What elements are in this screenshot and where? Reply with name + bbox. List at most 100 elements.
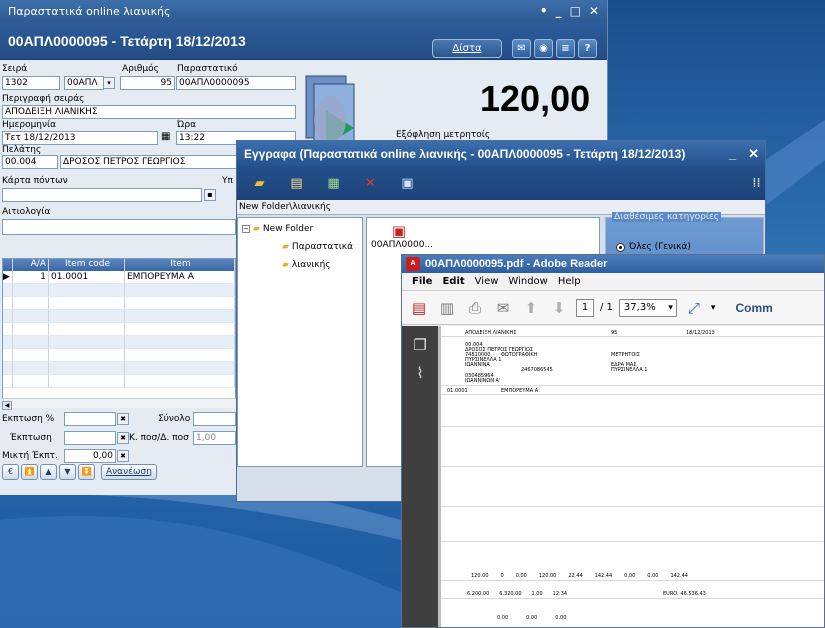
tree-node-child[interactable]: ▰ λιανικής — [282, 260, 331, 270]
pdf-toolbar: ▤ ▥ ⎙ ✉ ⬆ ⬇ 1 / 1 37,3% ⤢ ▾ Comm — [402, 291, 824, 325]
table-row[interactable] — [3, 323, 235, 336]
main-window-titlebar: Παραστατικά online λιανικής • _ □ ✕ — [0, 0, 607, 22]
doc-payment: ΜΕΤΡΗΤΟΙΣ — [611, 352, 640, 358]
perigrafi-field[interactable]: ΑΠΟΔΕΙΞΗ ΛΙΑΝΙΚΗΣ — [2, 105, 296, 119]
new-folder-icon[interactable]: ▰ — [251, 176, 268, 191]
discount-pct-field[interactable] — [64, 412, 116, 426]
radio-icon[interactable] — [616, 242, 625, 252]
pdf-side-panel: ❐ ⌇ — [402, 326, 438, 627]
zoom-select[interactable]: 37,3% — [618, 298, 677, 317]
table-row[interactable] — [3, 284, 235, 297]
page-number-input[interactable]: 1 — [576, 298, 594, 317]
tree-node-root[interactable]: − ▰ New Folder — [242, 224, 313, 234]
delete-icon[interactable]: ✕ — [362, 176, 379, 191]
row-item-code: 01.0001 — [49, 271, 125, 283]
clear-icon[interactable]: ✖ — [117, 413, 129, 425]
table-row[interactable] — [3, 310, 235, 323]
discount-label: Έκπτωση — [10, 433, 52, 443]
minimize-icon[interactable]: _ — [729, 146, 736, 162]
save-icon[interactable]: ▥ — [436, 297, 458, 319]
pdf-file-icon: ▣ — [391, 222, 407, 240]
card-lookup-icon[interactable]: ▪ — [204, 189, 216, 201]
menu-edit[interactable]: Edit — [442, 276, 464, 287]
last-record-icon[interactable]: ⏬ — [78, 464, 95, 480]
menu-window[interactable]: Window — [508, 276, 547, 287]
client-code-field[interactable]: 00.004 — [2, 155, 58, 169]
items-grid[interactable]: Α/Α Item code Item ▶ 1 01.0001 ΕΜΠΟΡΕΥΜΑ… — [2, 258, 236, 408]
attachments-icon[interactable]: ⌇ — [402, 364, 438, 382]
table-row[interactable]: ▶ 1 01.0001 ΕΜΠΟΡΕΥΜΑ Α — [3, 271, 235, 284]
question-icon[interactable]: ? — [578, 39, 597, 58]
reason-field[interactable] — [2, 219, 236, 235]
row-item: ΕΜΠΟΡΕΥΜΑ Α — [125, 271, 235, 283]
table-row[interactable] — [3, 336, 235, 349]
pdf-document-area[interactable]: ΑΠΟΔΕΙΞΗ ΛΙΑΝΙΚΗΣ 95 18/12/2013 00.004 Δ… — [438, 326, 824, 627]
card-field[interactable] — [2, 188, 202, 202]
dista-button[interactable]: Δίστα — [432, 39, 502, 58]
print-icon[interactable]: ⎙ — [464, 297, 486, 319]
help-icon[interactable]: ✉ — [512, 39, 531, 58]
discount-field[interactable] — [64, 431, 116, 445]
properties-icon[interactable]: ▣ — [399, 176, 416, 191]
previous-record-icon[interactable]: ▲ — [40, 464, 57, 480]
grid-header-item[interactable]: Item — [125, 259, 235, 271]
next-record-icon[interactable]: ▼ — [59, 464, 76, 480]
folder-tree[interactable]: − ▰ New Folder ▰ Παραστατικά ▰ λιανικής — [237, 217, 363, 467]
clear-icon[interactable]: ✖ — [117, 450, 129, 462]
scan-icon[interactable]: ▦ — [325, 176, 342, 191]
qty-field[interactable]: 1,00 — [193, 431, 236, 445]
seira-code-field[interactable]: 00ΑΠΛ — [64, 76, 104, 90]
globe-icon[interactable]: ◉ — [534, 39, 553, 58]
total-cell: 120.00 — [471, 573, 489, 579]
close-icon[interactable]: ✕ — [589, 4, 599, 18]
menu-file[interactable]: File — [412, 276, 432, 287]
parastatiko-field[interactable]: 00ΑΠΛ0000095 — [176, 76, 296, 90]
email-icon[interactable]: ✉ — [492, 297, 514, 319]
next-page-icon[interactable]: ⬇ — [548, 297, 570, 319]
maximize-icon[interactable]: □ — [570, 4, 581, 18]
create-pdf-icon[interactable]: ▤ — [408, 297, 430, 319]
date-field[interactable]: Τετ 18/12/2013 — [2, 131, 158, 145]
table-row[interactable] — [3, 297, 235, 310]
reason-label: Αιτιολογία — [2, 207, 51, 217]
mixed-discount-field[interactable]: 0,00 — [64, 449, 116, 463]
clear-icon[interactable]: ✖ — [117, 432, 129, 444]
file-name: 00ΑΠΛ0000... — [371, 240, 434, 250]
minimize-icon[interactable]: _ — [556, 4, 562, 18]
euro-icon[interactable]: € — [2, 464, 19, 480]
pages-panel-icon[interactable]: ❐ — [402, 336, 438, 354]
calendar-icon[interactable]: ▦ — [161, 131, 170, 142]
total-field[interactable] — [193, 412, 236, 426]
grid-horizontal-scrollbar[interactable]: ◀ — [2, 398, 236, 410]
seira-field[interactable]: 1302 — [2, 76, 60, 90]
menu-icon[interactable]: ≡ — [556, 39, 575, 58]
comment-tab[interactable]: Comm — [735, 301, 772, 315]
table-row[interactable] — [3, 375, 235, 388]
previous-page-icon[interactable]: ⬆ — [520, 297, 542, 319]
collapse-icon[interactable]: − — [242, 225, 250, 233]
seira-dropdown-icon[interactable]: ▾ — [103, 77, 115, 89]
add-file-icon[interactable]: ▤ — [288, 176, 305, 191]
grid-header-item-code[interactable]: Item code — [49, 259, 125, 271]
menu-help[interactable]: Help — [558, 276, 581, 287]
fit-page-icon[interactable]: ⤢ — [683, 297, 705, 319]
menu-view[interactable]: View — [475, 276, 499, 287]
file-item[interactable]: ▣ 00ΑΠΛ0000... — [371, 222, 434, 250]
table-row[interactable] — [3, 362, 235, 375]
table-row[interactable] — [3, 349, 235, 362]
grid-header-aa[interactable]: Α/Α — [13, 259, 49, 271]
arithmos-field[interactable]: 95 — [120, 76, 175, 90]
client-name-field[interactable]: ΔΡΟΣΟΣ ΠΕΤΡΟΣ ΓΕΩΡΓΙΟΣ — [60, 155, 238, 169]
view-grid-icon[interactable]: ⁞⁞ — [748, 176, 765, 191]
tree-node-child[interactable]: ▰ Παραστατικά — [282, 242, 353, 252]
dot-icon[interactable]: • — [540, 4, 548, 18]
folder-icon: ▰ — [253, 224, 260, 234]
all-categories-radio[interactable]: Όλες (Γενικά) — [616, 242, 691, 252]
close-icon[interactable]: ✕ — [748, 146, 759, 162]
first-record-icon[interactable]: ⏫ — [21, 464, 38, 480]
scroll-left-icon[interactable]: ◀ — [2, 401, 12, 410]
refresh-button[interactable]: Ανανέωση — [101, 464, 157, 480]
more-tools-icon[interactable]: ▾ — [711, 303, 716, 313]
document-heading-text: 00ΑΠΛ0000095 - Τετάρτη 18/12/2013 — [8, 32, 246, 49]
time-label: Ώρα — [177, 120, 197, 130]
